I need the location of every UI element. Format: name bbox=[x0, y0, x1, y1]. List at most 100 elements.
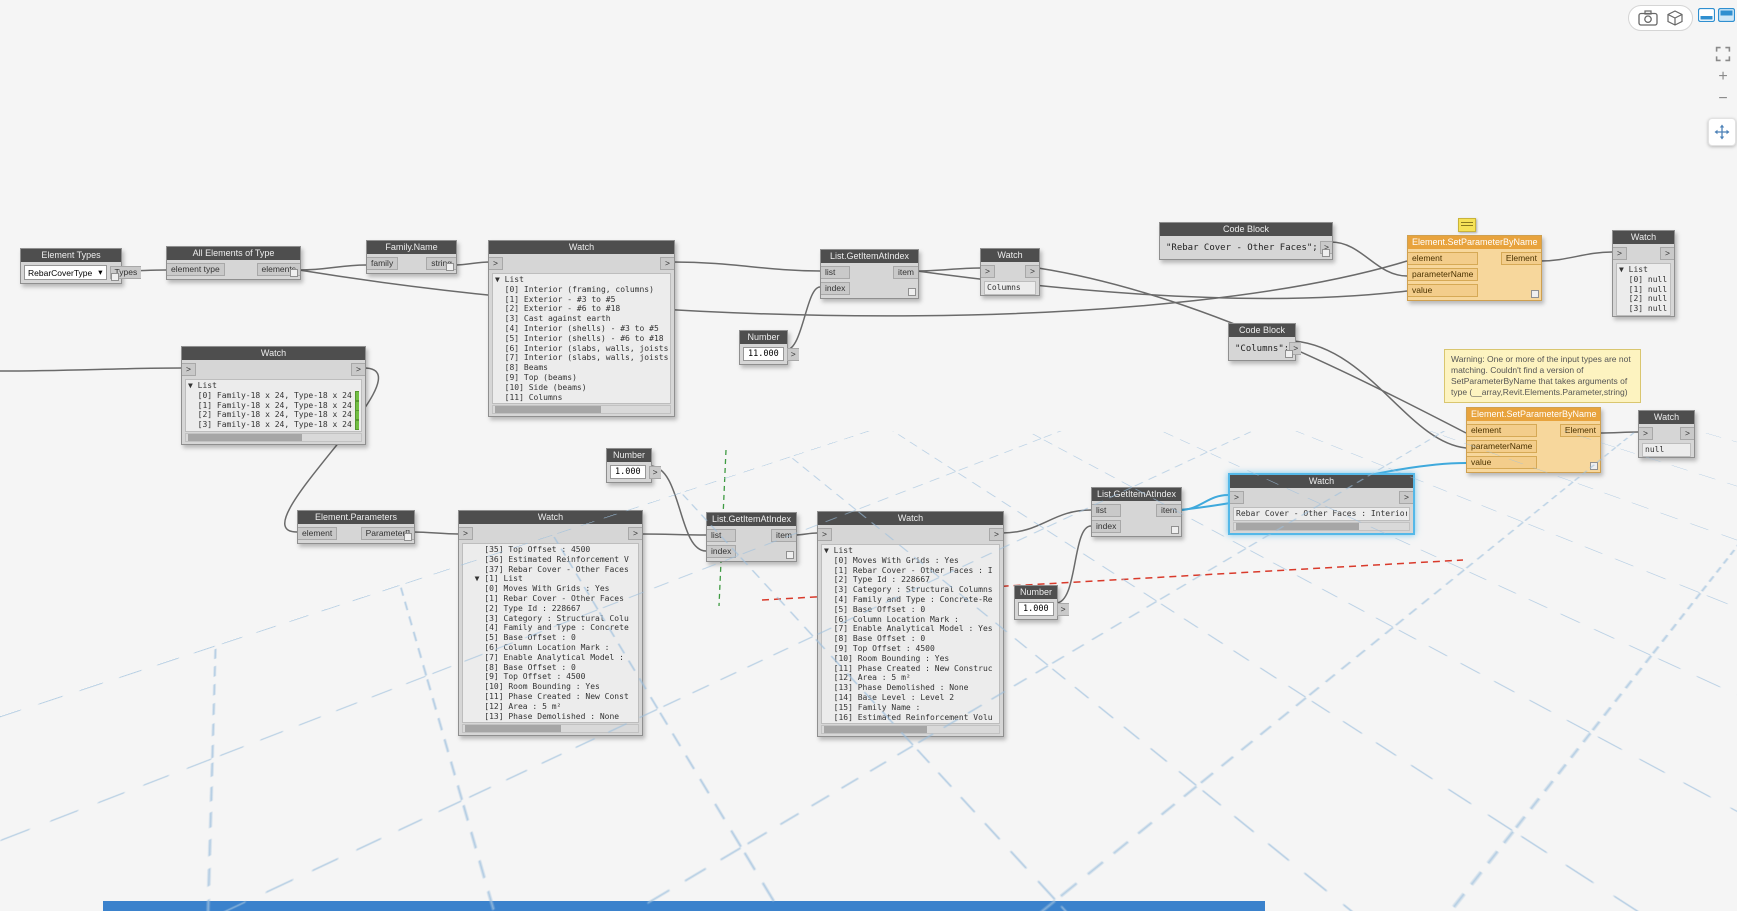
node-title[interactable]: Watch bbox=[1639, 411, 1694, 424]
scrollbar-thumb[interactable] bbox=[495, 406, 602, 414]
node-family-name[interactable]: Family.Name family string bbox=[366, 240, 457, 274]
node-element-parameters[interactable]: Element.Parameters element Parameter[] bbox=[297, 510, 415, 544]
node-title[interactable]: Code Block bbox=[1229, 324, 1295, 337]
output-port[interactable]: > bbox=[989, 528, 1003, 541]
preview-toggle[interactable] bbox=[1322, 249, 1330, 257]
rebar-cover-type-dropdown[interactable]: RebarCoverType ▾ bbox=[24, 265, 107, 280]
zoom-in-button[interactable]: + bbox=[1712, 66, 1734, 88]
output-port[interactable]: > bbox=[786, 347, 799, 361]
node-title[interactable]: Number bbox=[1015, 586, 1057, 599]
wire[interactable] bbox=[640, 533, 707, 536]
code-block-text[interactable]: "Rebar Cover - Other Faces"; bbox=[1166, 243, 1318, 253]
scrollbar-thumb[interactable] bbox=[1236, 522, 1359, 530]
fit-view-button[interactable] bbox=[1711, 42, 1735, 66]
preview-toggle[interactable] bbox=[1285, 350, 1293, 358]
node-title[interactable]: Watch bbox=[1613, 231, 1674, 244]
node-title[interactable]: Element Types bbox=[21, 249, 121, 262]
node-code-block-rebar-cover[interactable]: Code Block "Rebar Cover - Other Faces"; … bbox=[1159, 222, 1333, 260]
node-list-getitematindex-top[interactable]: List.GetItemAtIndex list index item bbox=[820, 249, 919, 299]
preview-toggle[interactable] bbox=[404, 533, 412, 541]
node-title[interactable]: List.GetItemAtIndex bbox=[821, 250, 918, 263]
input-port-parametername[interactable]: parameterName bbox=[1467, 440, 1538, 453]
node-all-elements-of-type[interactable]: All Elements of Type element type elemen… bbox=[166, 246, 301, 280]
node-watch-parameters-scrolled[interactable]: Watch > > [35] Top Offset : 4500 [36] Es… bbox=[458, 510, 643, 737]
node-title[interactable]: All Elements of Type bbox=[167, 247, 300, 260]
input-port-index[interactable]: index bbox=[707, 545, 737, 558]
input-port-family[interactable]: family bbox=[367, 257, 399, 270]
output-port[interactable]: > bbox=[1056, 602, 1069, 616]
node-number-1-top[interactable]: Number 1.000 > bbox=[606, 448, 661, 483]
input-port[interactable]: > bbox=[459, 527, 473, 540]
preview-toggle[interactable] bbox=[786, 551, 794, 559]
preview-toggle[interactable] bbox=[111, 273, 119, 281]
output-port-item[interactable]: item bbox=[892, 266, 918, 279]
node-watch-selected[interactable]: Watch > > Rebar Cover - Other Faces : In… bbox=[1228, 473, 1415, 535]
input-port-element-type[interactable]: element type bbox=[167, 263, 225, 276]
output-port[interactable]: > bbox=[648, 465, 661, 479]
wire[interactable] bbox=[1055, 525, 1092, 604]
input-port-index[interactable]: index bbox=[1092, 520, 1122, 533]
code-block-text[interactable]: "Columns"; bbox=[1235, 344, 1289, 354]
wire[interactable] bbox=[672, 261, 821, 272]
output-port-element[interactable]: Element bbox=[1559, 424, 1600, 437]
wire[interactable] bbox=[298, 264, 367, 271]
background-preview-toggle-icon[interactable] bbox=[1718, 8, 1735, 22]
preview-toggle[interactable] bbox=[1531, 290, 1539, 298]
zoom-out-button[interactable]: − bbox=[1712, 88, 1734, 110]
node-watch-null[interactable]: Watch > > null bbox=[1638, 410, 1695, 458]
input-port[interactable]: > bbox=[1613, 247, 1627, 260]
node-list-getitematindex-right[interactable]: List.GetItemAtIndex list index item bbox=[1091, 487, 1182, 537]
number-input[interactable]: 1.000 bbox=[610, 465, 646, 479]
node-title[interactable]: Family.Name bbox=[367, 241, 456, 254]
horizontal-scrollbar[interactable] bbox=[185, 432, 362, 442]
input-port[interactable]: > bbox=[981, 265, 995, 278]
preview-toggle[interactable] bbox=[290, 269, 298, 277]
export-image-icon[interactable] bbox=[1638, 10, 1658, 26]
preview-toggle[interactable] bbox=[1171, 526, 1179, 534]
node-set-parameter-by-name-top[interactable]: Element.SetParameterByName element param… bbox=[1407, 235, 1542, 301]
node-title[interactable]: List.GetItemAtIndex bbox=[707, 513, 796, 526]
node-title[interactable]: Watch bbox=[489, 241, 674, 254]
input-port[interactable]: > bbox=[489, 257, 503, 270]
node-title[interactable]: Watch bbox=[818, 512, 1003, 525]
output-port[interactable]: > bbox=[628, 527, 642, 540]
input-port[interactable]: > bbox=[1230, 491, 1244, 504]
input-port[interactable]: > bbox=[818, 528, 832, 541]
wire[interactable] bbox=[454, 261, 491, 266]
preview-toggle[interactable] bbox=[446, 263, 454, 271]
horizontal-scrollbar[interactable] bbox=[1233, 521, 1410, 531]
element-highlight-badge[interactable] bbox=[354, 400, 359, 411]
node-watch-rebar-types[interactable]: Watch > > ▼ List [0] Interior (framing, … bbox=[488, 240, 675, 418]
element-highlight-badge[interactable] bbox=[354, 410, 359, 421]
node-watch-families[interactable]: Watch > > ▼ List [0] Family-18 x 24, Typ… bbox=[181, 346, 366, 445]
node-watch-parameter-list[interactable]: Watch > > ▼ List [0] Moves With Grids : … bbox=[817, 511, 1004, 738]
output-port[interactable]: > bbox=[351, 363, 365, 376]
input-port-list[interactable]: list bbox=[1092, 504, 1122, 517]
element-highlight-badge[interactable] bbox=[354, 390, 359, 401]
output-port[interactable]: > bbox=[1680, 427, 1694, 440]
preview-toggle[interactable] bbox=[1590, 462, 1598, 470]
wire[interactable] bbox=[785, 286, 821, 351]
horizontal-scrollbar[interactable] bbox=[462, 724, 639, 734]
input-port-value[interactable]: value bbox=[1408, 284, 1479, 297]
element-highlight-badge[interactable] bbox=[354, 420, 359, 430]
horizontal-scrollbar[interactable] bbox=[492, 405, 671, 415]
wire[interactable] bbox=[794, 532, 818, 536]
warning-note-icon[interactable] bbox=[1458, 218, 1476, 232]
input-port-list[interactable]: list bbox=[821, 266, 851, 279]
wire[interactable] bbox=[1293, 340, 1467, 449]
output-port[interactable]: > bbox=[1025, 265, 1039, 278]
output-port-element[interactable]: Element bbox=[1500, 252, 1541, 265]
wire[interactable] bbox=[1001, 509, 1092, 534]
wire[interactable] bbox=[1539, 251, 1613, 262]
wire[interactable] bbox=[0, 367, 184, 372]
node-title[interactable]: Element.SetParameterByName bbox=[1408, 236, 1541, 249]
node-element-types[interactable]: Element Types RebarCoverType ▾ Types bbox=[20, 248, 142, 284]
node-title[interactable]: List.GetItemAtIndex bbox=[1092, 488, 1181, 501]
node-watch-nulls[interactable]: Watch > > ▼ List [0] null [1] null [2] n… bbox=[1612, 230, 1675, 317]
number-input[interactable]: 1.000 bbox=[1018, 602, 1054, 616]
output-port-item[interactable]: item bbox=[770, 529, 796, 542]
input-port[interactable]: > bbox=[182, 363, 196, 376]
output-port-item[interactable]: item bbox=[1155, 504, 1181, 517]
wire[interactable] bbox=[649, 465, 707, 552]
